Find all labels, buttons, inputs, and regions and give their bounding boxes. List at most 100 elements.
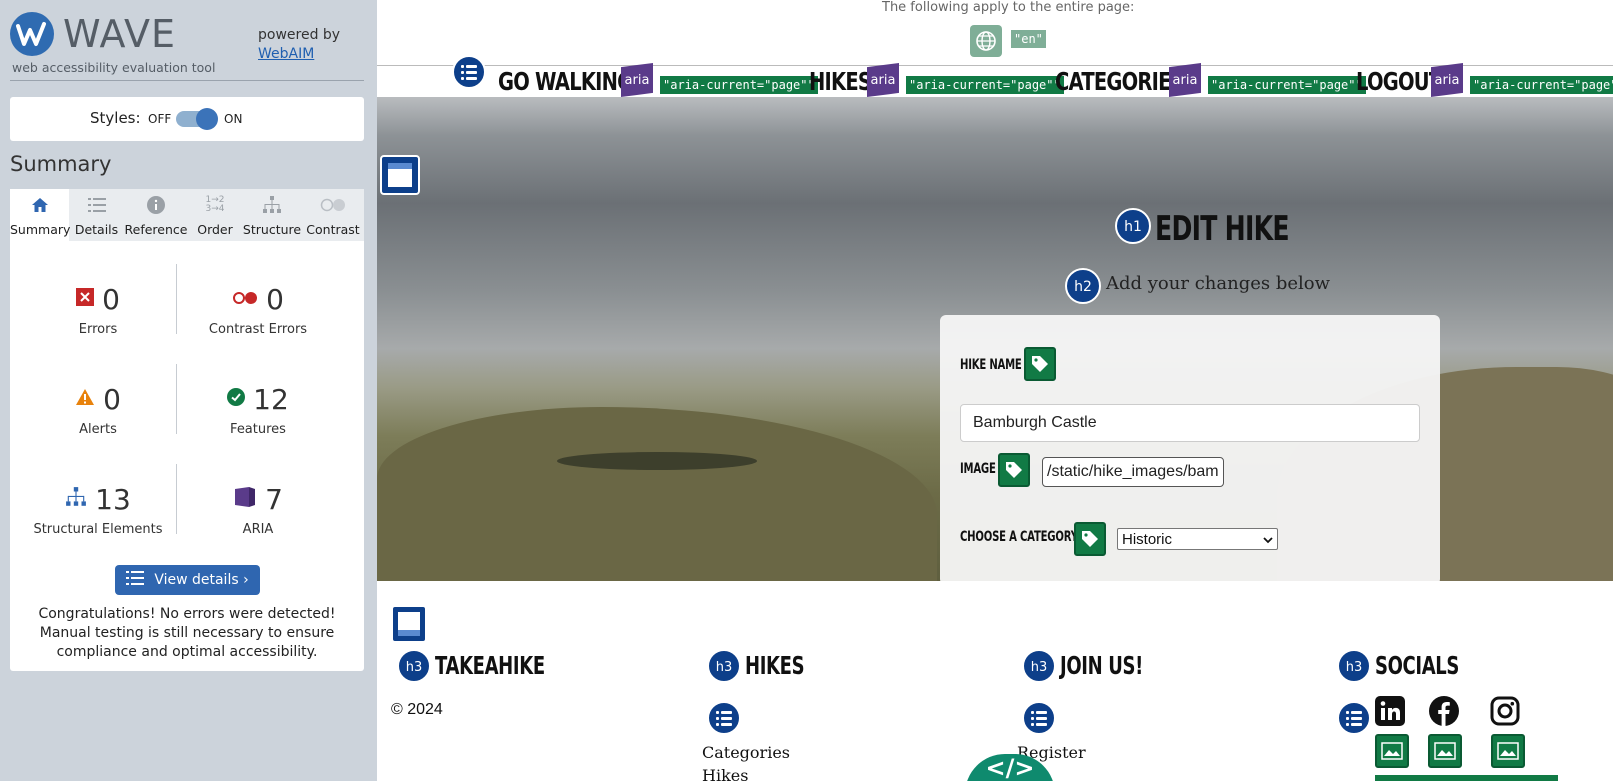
tab-contrast[interactable]: Contrast [302, 189, 364, 241]
error-icon [76, 288, 95, 310]
divider [10, 80, 364, 81]
h3-heading-badge-icon[interactable]: h3 [397, 649, 431, 687]
label-tag-icon[interactable] [1074, 522, 1106, 556]
stat-aria[interactable]: 7 ARIA [178, 482, 338, 537]
chevron-down-icon [1263, 531, 1273, 548]
nav-link-go-walking[interactable]: GO WALKING! [498, 67, 641, 96]
alert-icon [75, 388, 95, 410]
footer: h3 TAKEAHIKE © 2024 h3 HIKES Categories … [377, 581, 1613, 781]
stat-contrast-errors[interactable]: 0 Contrast Errors [178, 282, 338, 338]
footer-landmark-icon[interactable] [391, 605, 427, 647]
svg-text:h3: h3 [1031, 660, 1048, 675]
wave-tagline: web accessibility evaluation tool [12, 60, 216, 75]
structural-label: Structural Elements [33, 522, 163, 537]
structural-count: 13 [95, 482, 131, 516]
trees [557, 452, 757, 470]
aria-current-tag: "aria-current="page"" [1470, 76, 1613, 94]
aria-current-tag: "aria-current="page"" [1208, 76, 1366, 94]
toggle-knob [196, 108, 218, 130]
summary-heading: Summary [10, 152, 112, 176]
page-title: EDIT HIKE [1155, 209, 1290, 249]
list-structure-icon[interactable] [1337, 701, 1371, 739]
svg-text:h3: h3 [1346, 660, 1363, 675]
tab-details[interactable]: Details [69, 189, 124, 241]
nav-link-categories[interactable]: CATEGORIES [1055, 67, 1185, 96]
tab-label: Details [74, 222, 119, 237]
nav-link-hikes[interactable]: HIKES [809, 67, 872, 96]
styles-label: Styles: [90, 109, 141, 127]
image-path-input[interactable]: /static/hike_images/bam [1042, 457, 1224, 487]
tab-reference[interactable]: Reference [124, 189, 188, 241]
tab-label: Order [197, 222, 233, 237]
view-details-button[interactable]: View details › [115, 565, 260, 595]
wave-logo-icon [10, 12, 54, 56]
h2-heading-badge-icon[interactable]: h2 [1065, 268, 1101, 308]
footer-link-categories[interactable]: Categories [702, 743, 790, 762]
tab-structure[interactable]: Structure [242, 189, 302, 241]
tab-label: Reference [124, 222, 188, 237]
facebook-icon[interactable] [1429, 696, 1459, 726]
nav-link-logout[interactable]: LOGOUT [1356, 67, 1442, 96]
footer-link-hikes[interactable]: Hikes [702, 766, 748, 781]
info-icon [124, 195, 188, 215]
stat-features[interactable]: 12 Features [178, 382, 338, 437]
divider [176, 364, 177, 434]
aria-icon [233, 485, 257, 513]
category-label: CHOOSE A CATEGORY [960, 529, 1078, 545]
aria-current-tag: "aria-current="page"" [660, 76, 818, 94]
feature-check-icon [227, 388, 246, 410]
stat-errors[interactable]: 0 Errors [18, 282, 178, 337]
list-structure-icon[interactable] [707, 701, 741, 739]
label-tag-icon[interactable] [998, 453, 1030, 487]
linked-image-icon[interactable] [1375, 734, 1409, 768]
stat-alerts[interactable]: 0 Alerts [18, 382, 178, 437]
features-label: Features [230, 422, 286, 437]
linked-image-icon[interactable] [1428, 734, 1462, 768]
category-selected-value: Historic [1122, 530, 1173, 548]
hill [377, 407, 937, 581]
header-landmark-icon[interactable] [380, 155, 420, 199]
h1-heading-badge-icon[interactable]: h1 [1115, 208, 1151, 248]
label-tag-icon[interactable] [1024, 347, 1056, 381]
tab-label: Contrast [306, 222, 360, 237]
list-structure-icon[interactable] [1022, 701, 1056, 739]
hike-name-input[interactable]: Bamburgh Castle [960, 404, 1420, 442]
congrats-message: Congratulations! No errors were detected… [38, 606, 336, 660]
hike-name-label: HIKE NAME [960, 357, 1022, 373]
aria-badge-icon[interactable]: aria [867, 63, 899, 97]
linkedin-icon[interactable] [1375, 696, 1405, 726]
structure-icon [242, 195, 302, 215]
structure-icon [65, 487, 87, 511]
errors-count: 0 [102, 282, 120, 316]
webaim-link[interactable]: WebAIM [258, 46, 314, 62]
tab-order[interactable]: 1→2 3→4 Order [188, 189, 242, 241]
svg-text:h3: h3 [406, 660, 423, 675]
h3-heading-badge-icon[interactable]: h3 [707, 649, 741, 687]
aria-badge-icon[interactable]: aria [621, 63, 653, 97]
aria-badge-icon[interactable]: aria [1169, 63, 1201, 97]
h3-heading-badge-icon[interactable]: h3 [1022, 649, 1056, 687]
contrast-icon [302, 195, 364, 215]
aria-badge-icon[interactable]: aria [1431, 63, 1463, 97]
instagram-icon[interactable] [1490, 696, 1520, 726]
styles-on-label: ON [224, 112, 243, 126]
styles-off-label: OFF [148, 112, 172, 126]
home-icon [10, 195, 69, 215]
wave-sidebar: WAVE web accessibility evaluation tool p… [0, 0, 377, 781]
image-label: IMAGE [960, 461, 996, 477]
tab-label: Structure [242, 222, 302, 237]
styles-toggle-box: Styles: OFF ON [10, 97, 364, 141]
styles-toggle[interactable] [176, 108, 218, 130]
linked-image-icon[interactable] [1491, 734, 1525, 768]
globe-language-icon[interactable] [970, 25, 1002, 57]
h3-heading-badge-icon[interactable]: h3 [1337, 649, 1371, 687]
errors-label: Errors [78, 322, 118, 337]
contrast-error-icon [232, 290, 258, 309]
tab-summary[interactable]: Summary [10, 189, 70, 241]
stat-structural[interactable]: 13 Structural Elements [18, 482, 178, 538]
svg-text:h3: h3 [716, 660, 733, 675]
list-structure-icon[interactable] [452, 55, 486, 93]
footer-heading-socials: SOCIALS [1375, 651, 1460, 680]
page-subtitle: Add your changes below [1106, 273, 1330, 294]
category-select[interactable]: Historic [1117, 528, 1278, 550]
